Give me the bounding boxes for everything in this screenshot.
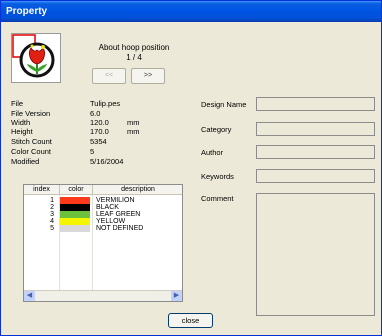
info-unit-height: mm xyxy=(127,127,140,136)
info-unit-width: mm xyxy=(127,118,140,127)
color-row[interactable]: 5 NOT DEFINED xyxy=(24,225,182,232)
info-value-stitch-count: 5354 xyxy=(90,137,107,146)
color-row[interactable]: 2 BLACK xyxy=(24,204,182,211)
info-value-color-count: 5 xyxy=(90,147,95,156)
comment-label: Comment xyxy=(201,194,234,203)
color-index: 3 xyxy=(50,211,54,218)
column-header-color[interactable]: color xyxy=(60,185,93,195)
color-row[interactable]: 4 YELLOW xyxy=(24,218,182,225)
category-field[interactable] xyxy=(256,122,375,136)
info-value-file-version: 6.0 xyxy=(90,109,101,118)
color-description: BLACK xyxy=(96,204,119,211)
info-label-stitch-count: Stitch Count xyxy=(11,137,52,146)
color-description: LEAF GREEN xyxy=(96,211,141,218)
info-label-modified: Modified xyxy=(11,157,40,166)
category-label: Category xyxy=(201,125,232,134)
author-label: Author xyxy=(201,148,224,157)
color-swatch xyxy=(60,211,90,218)
color-index: 2 xyxy=(50,204,54,211)
keywords-label: Keywords xyxy=(201,172,234,181)
info-label-file-version: File Version xyxy=(11,109,51,118)
color-swatch xyxy=(60,197,90,204)
color-row[interactable]: 3 LEAF GREEN xyxy=(24,211,182,218)
info-value-file: Tulip.pes xyxy=(90,99,121,108)
color-swatch xyxy=(60,225,90,232)
color-row[interactable]: 1 VERMILION xyxy=(24,197,182,204)
design-name-field[interactable] xyxy=(256,97,375,111)
design-name-label: Design Name xyxy=(201,100,247,109)
title-bar[interactable]: Property xyxy=(1,1,381,22)
author-field[interactable] xyxy=(256,145,375,159)
column-header-description[interactable]: description xyxy=(93,185,182,195)
column-header-index[interactable]: index xyxy=(24,185,60,195)
color-description: NOT DEFINED xyxy=(96,225,144,232)
next-hoop-button[interactable]: >> xyxy=(131,68,165,84)
scroll-right-icon[interactable]: ▶ xyxy=(171,291,182,301)
color-description: YELLOW xyxy=(96,218,126,225)
color-index: 1 xyxy=(50,197,54,204)
info-value-height: 170.0 xyxy=(90,127,109,136)
info-value-width: 120.0 xyxy=(90,118,109,127)
color-swatch xyxy=(60,218,90,225)
scroll-left-icon[interactable]: ◀ xyxy=(24,291,35,301)
design-thumbnail xyxy=(11,33,61,83)
keywords-field[interactable] xyxy=(256,169,375,183)
previous-hoop-button[interactable]: << xyxy=(92,68,126,84)
info-label-width: Width xyxy=(11,118,31,127)
info-label-file: File xyxy=(11,99,24,108)
color-description: VERMILION xyxy=(96,197,135,204)
close-button[interactable]: close xyxy=(168,313,213,328)
property-dialog: Property About hoop position 1 / 4 << >>… xyxy=(0,0,382,336)
color-list-table[interactable]: index color description 1 VERMILION 2 BL… xyxy=(23,184,183,302)
color-index: 4 xyxy=(50,218,54,225)
comment-field[interactable] xyxy=(256,193,375,316)
info-label-color-count: Color Count xyxy=(11,147,52,156)
horizontal-scrollbar[interactable]: ◀ ▶ xyxy=(24,290,182,301)
color-index: 5 xyxy=(50,225,54,232)
hoop-position-label: About hoop position xyxy=(98,43,170,52)
info-value-modified: 5/16/2004 xyxy=(90,157,124,166)
hoop-page-indicator: 1 / 4 xyxy=(126,53,142,62)
color-swatch xyxy=(60,204,90,211)
info-label-height: Height xyxy=(11,127,33,136)
tulip-design-icon xyxy=(12,34,55,78)
